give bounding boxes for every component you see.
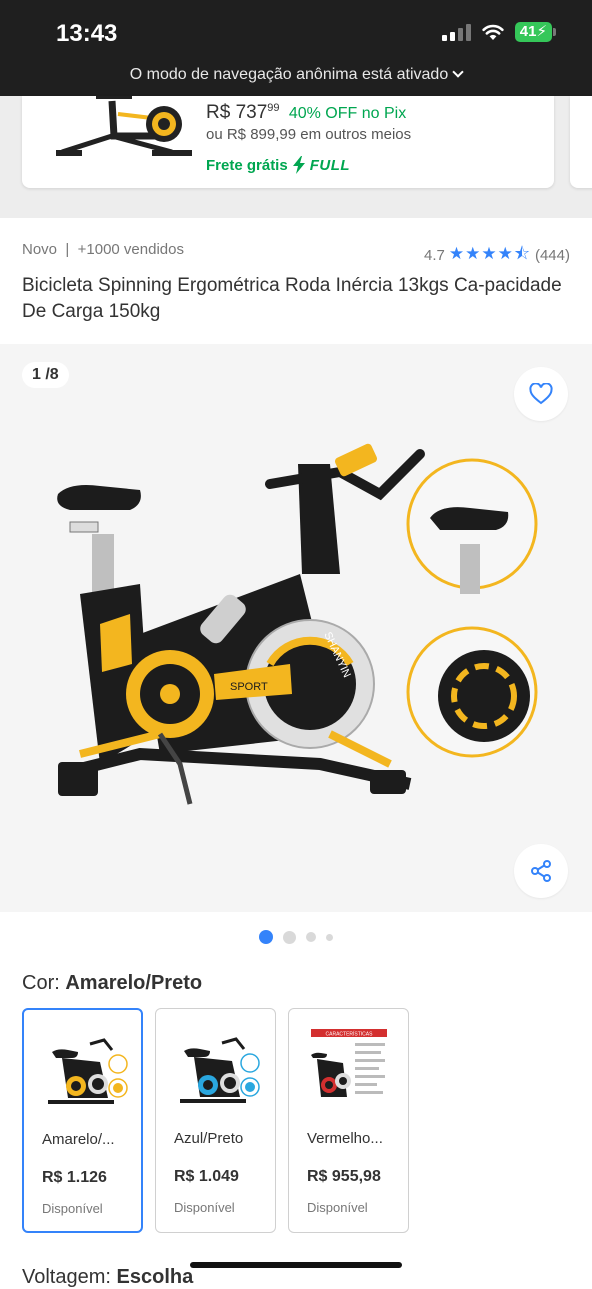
color-option-red[interactable]: CARACTERÍSTICAS Vermelho... R$ 955,98 Di… [288,1008,409,1233]
color-option-blue[interactable]: Azul/Preto R$ 1.049 Disponível [155,1008,276,1233]
variant-stock: Disponível [307,1200,368,1215]
variant-image [48,1038,128,1104]
free-shipping-label: Frete grátis FULL [206,156,350,174]
star-rating-icon: ★★★★⯪ [448,244,531,263]
variant-name: Amarelo/... [42,1131,115,1148]
pagination-dot[interactable] [306,932,316,942]
bike-sport-label: SPORT [230,681,268,693]
related-product-price: R$ 73799 40% OFF no Pix [206,102,406,124]
price-cents: 99 [267,102,280,114]
share-icon [531,860,551,882]
product-meta: Novo | +1000 vendidos 4.7 ★★★★⯪ (444) [22,241,570,264]
condition-label: Novo [22,241,58,258]
share-button[interactable] [514,844,568,898]
variant-stock: Disponível [174,1200,235,1215]
gallery-pagination [0,929,592,945]
incognito-text: O modo de navegação anônima está ativado [129,66,449,83]
status-icons: 41⚡ [441,22,557,42]
sold-count: +1000 vendidos [77,241,184,258]
price-currency: R$ [206,102,231,123]
variant-name: Vermelho... [307,1130,383,1147]
full-badge: FULL [309,156,351,174]
battery-icon: 41⚡ [514,22,557,42]
review-count: (444) [534,247,570,264]
color-label: Cor: Amarelo/Preto [22,972,202,995]
other-payment-price: ou R$ 899,99 em outros meios [206,126,412,143]
chevron-down-icon [452,66,464,78]
related-product-image [56,96,192,156]
favorite-button[interactable] [514,367,568,421]
pagination-dot[interactable] [326,933,333,941]
color-label-prefix: Cor: [22,972,60,994]
shipping-text: Frete grátis [206,156,288,174]
meta-separator: | [65,241,70,258]
lightning-icon [292,156,305,174]
variant-badge: CARACTERÍSTICAS [326,1031,374,1038]
voltage-selector[interactable]: Voltagem: Escolha [22,1266,193,1289]
color-option-yellow[interactable]: Amarelo/... R$ 1.126 Disponível [22,1008,143,1233]
discount-label: 40% OFF no Pix [288,105,407,122]
related-product-card-next[interactable] [570,96,592,188]
incognito-banner[interactable]: O modo de navegação anônima está ativado [0,66,592,84]
status-time: 13:43 [56,20,118,47]
color-options: Amarelo/... R$ 1.126 Disponível Azul/Pre… [22,1008,409,1233]
variant-image: CARACTERÍSTICAS [311,1029,387,1097]
battery-level: 41 [519,23,537,40]
variant-image [180,1037,260,1103]
image-counter: 1 /8 [22,362,69,388]
condition-sold: Novo | +1000 vendidos [22,241,184,258]
product-title: Bicicleta Spinning Ergométrica Roda Inér… [22,275,562,322]
variant-price: R$ 1.049 [174,1168,239,1185]
heart-icon [529,383,553,405]
signal-icon [441,23,471,41]
price-integer: 737 [235,102,268,123]
status-bar: 13:43 41⚡ O modo de navegação anônima es… [0,0,592,96]
variant-price: R$ 955,98 [307,1168,381,1185]
rating-value: 4.7 [424,247,445,264]
pagination-dot[interactable] [283,930,296,944]
variant-price: R$ 1.126 [42,1169,107,1186]
voltage-label: Voltagem: [22,1266,111,1288]
related-product-card[interactable]: R$ 73799 40% OFF no Pix ou R$ 899,99 em … [22,96,554,188]
rating-summary[interactable]: 4.7 ★★★★⯪ (444) [424,241,570,270]
selected-color: Amarelo/Preto [65,972,203,994]
pagination-dot-active[interactable] [259,930,273,944]
home-indicator [190,1262,402,1268]
related-products-carousel: R$ 73799 40% OFF no Pix ou R$ 899,99 em … [0,96,592,218]
image-gallery[interactable]: 1 /8 SHANYIN SPORT [0,344,592,912]
product-image: SHANYIN SPORT [57,443,538,805]
variant-stock: Disponível [42,1201,103,1216]
wifi-icon [482,24,504,40]
voltage-value: Escolha [116,1266,194,1288]
variant-name: Azul/Preto [174,1130,244,1147]
